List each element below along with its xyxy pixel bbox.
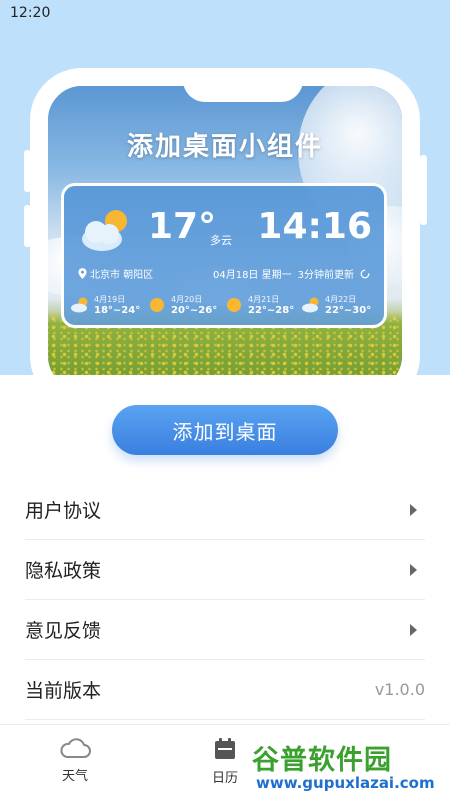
chevron-right-icon bbox=[410, 503, 417, 516]
forecast-day: 4月20日 20°~26° bbox=[147, 294, 224, 316]
sunny-icon bbox=[150, 298, 164, 312]
menu-item-feedback[interactable]: 意见反馈 bbox=[25, 600, 425, 660]
menu-item-label: 隐私政策 bbox=[25, 560, 102, 582]
watermark-url: www.gupuxlazai.com bbox=[256, 774, 435, 792]
sunny-icon bbox=[227, 298, 241, 312]
widget-preview-title: 添加桌面小组件 bbox=[126, 132, 323, 162]
forecast-day: 4月22日 22°~30° bbox=[301, 294, 378, 316]
refresh-icon bbox=[360, 269, 370, 278]
phone-side-button bbox=[420, 155, 427, 225]
menu-item-version: 当前版本 v1.0.0 bbox=[25, 660, 425, 720]
widget-date-line: 04月18日 星期一 3分钟前更新 bbox=[213, 266, 370, 281]
phone-mockup: 添加桌面小组件 17° 多云 14:16 北京市 朝阳区 04月18日 星期一 bbox=[30, 68, 420, 375]
forecast-list: 4月19日 18°~24° 4月20日 20°~26° 4月21日 22°~28… bbox=[70, 294, 378, 316]
partly-cloudy-icon bbox=[302, 297, 319, 313]
menu-item-label: 用户协议 bbox=[25, 500, 102, 522]
widget-preview-area: 12:20 添加桌面小组件 17° 多云 14:16 北京市 朝阳区 04月18… bbox=[0, 0, 450, 375]
forecast-range: 22°~30° bbox=[325, 305, 372, 316]
location-text: 北京市 朝阳区 bbox=[90, 270, 154, 281]
chevron-right-icon bbox=[410, 623, 417, 636]
partly-cloudy-icon bbox=[82, 210, 127, 251]
watermark-text: 谷普软件园 bbox=[252, 745, 392, 776]
tab-label: 日历 bbox=[211, 771, 238, 786]
tab-calendar[interactable]: 日历 bbox=[195, 737, 255, 786]
menu-item-label: 当前版本 bbox=[25, 680, 102, 702]
menu-item-label: 意见反馈 bbox=[25, 620, 102, 642]
forecast-date: 4月20日 bbox=[171, 295, 203, 304]
widget-clock: 14:16 bbox=[257, 206, 372, 247]
phone-notch bbox=[183, 86, 303, 102]
forecast-day: 4月21日 22°~28° bbox=[224, 294, 301, 316]
add-to-desktop-button[interactable]: 添加到桌面 bbox=[112, 405, 338, 455]
forecast-date: 4月21日 bbox=[248, 295, 280, 304]
menu-item-privacy-policy[interactable]: 隐私政策 bbox=[25, 540, 425, 600]
site-watermark: 谷普软件园 www.gupuxlazai.com bbox=[250, 738, 450, 798]
calendar-icon bbox=[215, 738, 235, 759]
date-text: 04月18日 星期一 bbox=[212, 270, 292, 281]
menu-item-user-agreement[interactable]: 用户协议 bbox=[25, 480, 425, 540]
tab-label: 天气 bbox=[61, 769, 88, 784]
updated-text: 3分钟前更新 bbox=[297, 270, 354, 281]
forecast-range: 20°~26° bbox=[171, 305, 218, 316]
forecast-range: 18°~24° bbox=[94, 305, 141, 316]
forecast-date: 4月22日 bbox=[325, 295, 357, 304]
forecast-date: 4月19日 bbox=[94, 295, 126, 304]
location-pin-icon bbox=[78, 268, 87, 279]
version-value: v1.0.0 bbox=[374, 680, 425, 699]
status-bar-time: 12:20 bbox=[10, 5, 51, 21]
tab-weather[interactable]: 天气 bbox=[45, 737, 105, 784]
partly-cloudy-icon bbox=[71, 297, 88, 313]
forecast-day: 4月19日 18°~24° bbox=[70, 294, 147, 316]
current-temperature: 17° bbox=[148, 206, 217, 247]
widget-location: 北京市 朝阳区 bbox=[78, 266, 153, 281]
weather-widget: 17° 多云 14:16 北京市 朝阳区 04月18日 星期一 3分钟前更新 4… bbox=[61, 183, 387, 328]
cloud-icon bbox=[60, 738, 91, 758]
current-condition: 多云 bbox=[210, 234, 232, 247]
settings-menu: 用户协议 隐私政策 意见反馈 当前版本 v1.0.0 bbox=[25, 480, 425, 720]
chevron-right-icon bbox=[410, 563, 417, 576]
forecast-range: 22°~28° bbox=[248, 305, 295, 316]
